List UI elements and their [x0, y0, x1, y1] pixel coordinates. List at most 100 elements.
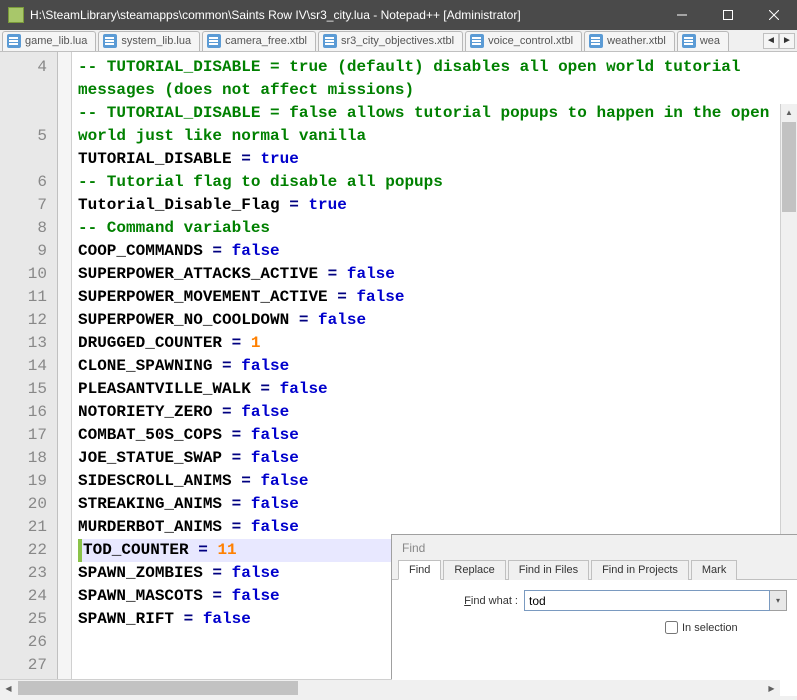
tab-scroll-right[interactable]: ►: [779, 33, 795, 49]
scroll-up-button[interactable]: ▲: [781, 104, 797, 121]
code-token: =: [328, 288, 357, 306]
code-token: =: [203, 564, 232, 582]
code-line: SIDESCROLL_ANIMS = false: [78, 470, 797, 493]
scroll-right-button[interactable]: ▶: [763, 680, 780, 697]
code-token: =: [222, 334, 251, 352]
line-number: 10: [0, 263, 57, 286]
file-tab[interactable]: system_lib.lua: [98, 31, 200, 51]
line-number: 26: [0, 631, 57, 654]
horizontal-scrollbar[interactable]: ◀ ▶: [0, 679, 780, 696]
code-line: SUPERPOWER_MOVEMENT_ACTIVE = false: [78, 286, 797, 309]
in-selection-checkbox[interactable]: In selection: [665, 621, 787, 634]
find-tab-strip: FindReplaceFind in FilesFind in Projects…: [392, 559, 797, 580]
file-tab[interactable]: sr3_city_objectives.xtbl: [318, 31, 463, 51]
file-tab[interactable]: wea: [677, 31, 729, 51]
window-controls: [659, 0, 797, 30]
code-token: MURDERBOT_ANIMS: [78, 518, 222, 536]
code-token: =: [251, 380, 280, 398]
vertical-scroll-thumb[interactable]: [782, 122, 796, 212]
code-line: -- Tutorial flag to disable all popups: [78, 171, 797, 194]
minimize-button[interactable]: [659, 0, 705, 30]
find-dialog-title: Find: [392, 535, 797, 559]
maximize-button[interactable]: [705, 0, 751, 30]
in-selection-input[interactable]: [665, 621, 678, 634]
code-token: COMBAT_50S_COPS: [78, 426, 222, 444]
file-tab-label: sr3_city_objectives.xtbl: [341, 35, 454, 47]
code-token: =: [203, 242, 232, 260]
find-what-input[interactable]: [524, 590, 770, 611]
line-number: 24: [0, 585, 57, 608]
file-icon: [207, 34, 221, 48]
find-history-dropdown[interactable]: ▾: [770, 590, 787, 611]
line-number: 6: [0, 171, 57, 194]
code-token: false: [280, 380, 328, 398]
file-tab[interactable]: voice_control.xtbl: [465, 31, 582, 51]
file-icon: [682, 34, 696, 48]
code-line: PLEASANTVILLE_WALK = false: [78, 378, 797, 401]
close-button[interactable]: [751, 0, 797, 30]
file-icon: [589, 34, 603, 48]
file-tab-label: camera_free.xtbl: [225, 35, 307, 47]
file-tab-label: system_lib.lua: [121, 35, 191, 47]
file-tab[interactable]: weather.xtbl: [584, 31, 675, 51]
file-tab[interactable]: camera_free.xtbl: [202, 31, 316, 51]
line-number: 16: [0, 401, 57, 424]
find-options-row: In selection: [402, 621, 787, 634]
line-number-blank: [0, 79, 57, 102]
code-token: =: [203, 587, 232, 605]
line-number: 19: [0, 470, 57, 493]
line-number: 13: [0, 332, 57, 355]
line-number: 23: [0, 562, 57, 585]
app-icon: [8, 7, 24, 23]
line-number-blank: [0, 148, 57, 171]
line-number-gutter: 4 5 678910111213141516171819202122232425…: [0, 52, 58, 696]
code-token: =: [280, 196, 309, 214]
code-line: DRUGGED_COUNTER = 1: [78, 332, 797, 355]
in-selection-label: In selection: [682, 622, 738, 634]
code-token: false: [203, 610, 251, 628]
find-tab[interactable]: Mark: [691, 560, 737, 580]
code-token: PLEASANTVILLE_WALK: [78, 380, 251, 398]
code-token: =: [232, 472, 261, 490]
line-number: 22: [0, 539, 57, 562]
code-token: SPAWN_MASCOTS: [78, 587, 203, 605]
line-number: 8: [0, 217, 57, 240]
find-tab[interactable]: Replace: [443, 560, 505, 580]
code-token: SIDESCROLL_ANIMS: [78, 472, 232, 490]
code-token: =: [212, 403, 241, 421]
code-token: SPAWN_ZOMBIES: [78, 564, 203, 582]
code-token: true: [308, 196, 346, 214]
code-line: CLONE_SPAWNING = false: [78, 355, 797, 378]
find-dialog: Find FindReplaceFind in FilesFind in Pro…: [391, 534, 797, 679]
code-token: false: [318, 311, 366, 329]
find-tab[interactable]: Find in Projects: [591, 560, 689, 580]
code-token: NOTORIETY_ZERO: [78, 403, 212, 421]
code-token: -- TUTORIAL_DISABLE = false allows tutor…: [78, 104, 779, 145]
file-icon: [323, 34, 337, 48]
find-tab[interactable]: Find: [398, 560, 441, 580]
code-token: TUTORIAL_DISABLE: [78, 150, 232, 168]
line-number: 9: [0, 240, 57, 263]
find-tab[interactable]: Find in Files: [508, 560, 589, 580]
file-icon: [470, 34, 484, 48]
find-what-label: Find what :: [402, 595, 524, 607]
code-token: false: [356, 288, 404, 306]
scroll-left-button[interactable]: ◀: [0, 680, 17, 697]
code-token: false: [241, 403, 289, 421]
horizontal-scroll-thumb[interactable]: [18, 681, 298, 695]
fold-margin: [58, 52, 72, 696]
file-icon: [103, 34, 117, 48]
code-token: SUPERPOWER_ATTACKS_ACTIVE: [78, 265, 318, 283]
code-token: false: [232, 587, 280, 605]
code-line: JOE_STATUE_SWAP = false: [78, 447, 797, 470]
code-token: =: [222, 449, 251, 467]
file-tab[interactable]: game_lib.lua: [2, 31, 96, 51]
tab-scroll-left[interactable]: ◄: [763, 33, 779, 49]
line-number: 5: [0, 125, 57, 148]
code-token: =: [174, 610, 203, 628]
title-bar: H:\SteamLibrary\steamapps\common\Saints …: [0, 0, 797, 30]
code-token: DRUGGED_COUNTER: [78, 334, 222, 352]
code-token: true: [260, 150, 298, 168]
line-number: 7: [0, 194, 57, 217]
code-token: =: [212, 357, 241, 375]
